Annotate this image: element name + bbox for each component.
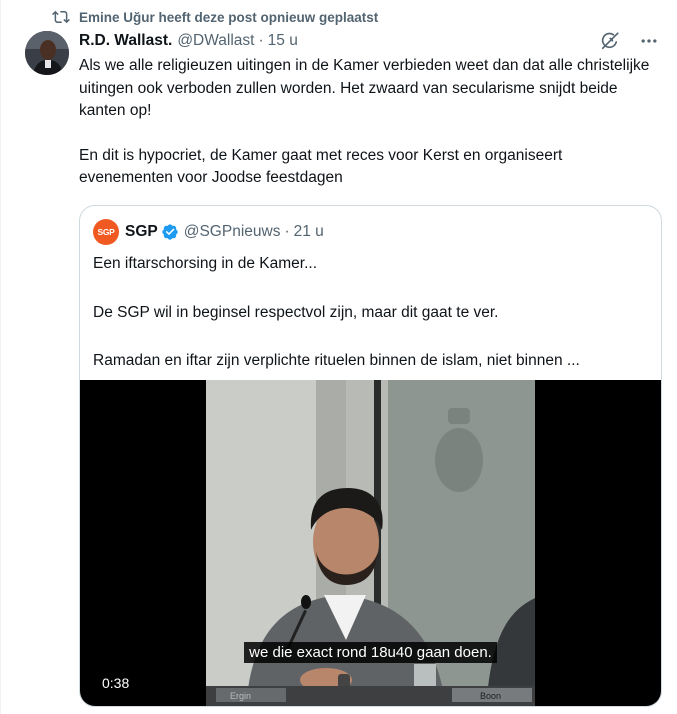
quoted-paragraph: Ramadan en iftar zijn verplichte rituele…: [93, 352, 580, 369]
grok-icon[interactable]: [599, 30, 621, 52]
quoted-author-handle[interactable]: @SGPnieuws: [184, 223, 281, 241]
video-duration: 0:38: [94, 672, 138, 694]
quoted-post-header: SGP SGP @SGPnieuws · 21 u: [93, 219, 324, 245]
repost-indicator[interactable]: Emine Uğur heeft deze post opnieuw gepla…: [52, 8, 378, 26]
avatar[interactable]: [25, 31, 69, 75]
sgp-logo[interactable]: SGP: [93, 219, 119, 245]
nameplate-left: Ergin: [230, 691, 251, 701]
post-paragraph: Als we alle religieuzen uitingen in de K…: [79, 57, 650, 119]
post-actions: [599, 30, 659, 52]
subtitle-text: we die exact rond 18u40 gaan doen.: [244, 642, 497, 663]
quoted-author-name[interactable]: SGP: [125, 223, 158, 241]
quoted-post[interactable]: SGP SGP @SGPnieuws · 21 u Een iftarschor…: [79, 205, 662, 707]
post-timestamp[interactable]: 15 u: [268, 32, 298, 50]
timeline-divider: [0, 0, 1, 714]
video-subtitle: we die exact rond 18u40 gaan doen.: [80, 642, 661, 663]
quoted-paragraph: Een iftarschorsing in de Kamer...: [93, 255, 318, 272]
verified-badge-icon: [161, 223, 179, 241]
quoted-paragraph: De SGP wil in beginsel respectvol zijn, …: [93, 303, 499, 321]
separator: ·: [258, 32, 264, 49]
video-player[interactable]: Ergin Boon we die exact rond 18u40 gaan …: [80, 380, 661, 706]
repost-icon: [52, 8, 70, 26]
nameplate-right: Boon: [480, 691, 501, 701]
post-text: Als we alle religieuzen uitingen in de K…: [79, 55, 654, 190]
repost-text: Emine Uğur heeft deze post opnieuw gepla…: [79, 9, 379, 25]
quoted-post-text: Een iftarschorsing in de Kamer... De SGP…: [93, 253, 653, 373]
quoted-timestamp[interactable]: 21 u: [294, 223, 324, 241]
post-header: R.D. Wallast. @DWallast · 15 u: [79, 31, 298, 51]
author-handle[interactable]: @DWallast: [177, 32, 254, 50]
more-options-icon[interactable]: [639, 31, 659, 51]
separator: ·: [284, 223, 290, 240]
author-name[interactable]: R.D. Wallast.: [79, 32, 172, 50]
post-paragraph: En dit is hypocriet, de Kamer gaat met r…: [79, 146, 563, 187]
